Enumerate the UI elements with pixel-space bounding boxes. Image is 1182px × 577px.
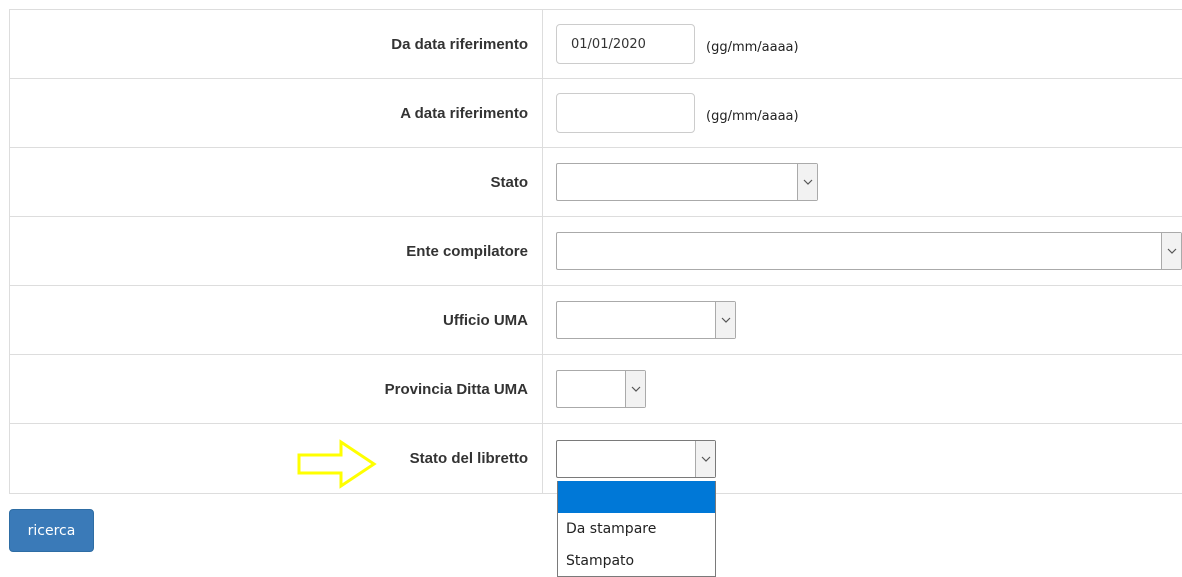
search-form: Da data riferimento (gg/mm/aaaa) A data … [9,9,1182,494]
chevron-down-icon[interactable] [715,302,735,338]
provincia-select[interactable] [556,370,646,408]
dropdown-option-empty[interactable] [558,481,715,513]
form-row-ente: Ente compilatore [10,217,1182,286]
a-data-cell: (gg/mm/aaaa) [543,79,1182,147]
chevron-down-icon[interactable] [797,164,817,200]
ente-label: Ente compilatore [10,217,543,285]
a-data-hint: (gg/mm/aaaa) [706,108,799,124]
form-row-provincia: Provincia Ditta UMA [10,355,1182,424]
ufficio-select[interactable] [556,301,736,339]
form-row-ufficio: Ufficio UMA [10,286,1182,355]
a-data-input[interactable] [556,93,695,133]
stato-label: Stato [10,148,543,216]
da-data-input[interactable] [556,24,695,64]
form-row-stato: Stato [10,148,1182,217]
dropdown-option-stampato[interactable]: Stampato [558,545,715,577]
stato-libretto-label: Stato del libretto [10,424,543,493]
da-data-label: Da data riferimento [10,10,543,78]
stato-select[interactable] [556,163,818,201]
provincia-label: Provincia Ditta UMA [10,355,543,423]
da-data-hint: (gg/mm/aaaa) [706,39,799,55]
stato-libretto-dropdown-list: Da stampare Stampato [557,481,716,577]
form-row-a-data: A data riferimento (gg/mm/aaaa) [10,79,1182,148]
provincia-cell [543,355,1182,423]
ente-cell [543,217,1182,285]
ente-select[interactable] [556,232,1182,270]
ufficio-label: Ufficio UMA [10,286,543,354]
da-data-cell: (gg/mm/aaaa) [543,10,1182,78]
arrow-right-icon [297,439,377,489]
ufficio-cell [543,286,1182,354]
chevron-down-icon[interactable] [625,371,645,407]
search-button[interactable]: ricerca [9,509,94,552]
dropdown-option-da-stampare[interactable]: Da stampare [558,513,715,545]
chevron-down-icon[interactable] [695,440,715,477]
stato-cell [543,148,1182,216]
form-row-da-data: Da data riferimento (gg/mm/aaaa) [10,10,1182,79]
a-data-label: A data riferimento [10,79,543,147]
stato-libretto-select[interactable] [556,439,716,478]
chevron-down-icon[interactable] [1161,233,1181,269]
